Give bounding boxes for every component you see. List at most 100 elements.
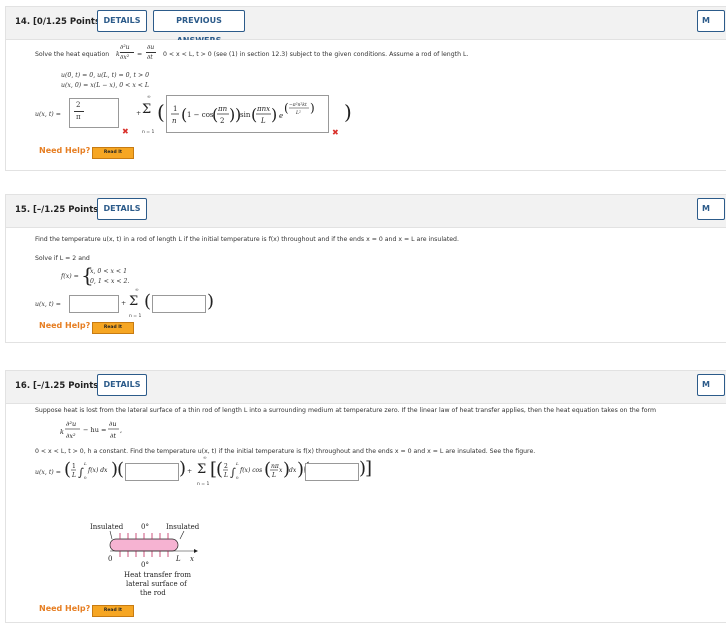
svg-text:f(x) cos: f(x) cos <box>239 467 262 474</box>
question-prompt-pre: Solve the heat equation <box>35 51 110 58</box>
u-label: u(x, t) = <box>35 111 61 118</box>
equals-sign: = <box>137 51 143 58</box>
question-16: 16. [–/1.25 Points] DETAILS M Suppose he… <box>5 370 726 623</box>
fraction-bar <box>74 111 84 112</box>
cosine-term-expression: [ ( 2 L ∫ L 0 f(x) cos ( nπ L x ) dx ) ( <box>210 459 310 480</box>
svg-text:L: L <box>271 472 276 479</box>
figure-zero-top: 0° <box>141 523 149 531</box>
sum-upper-limit: ∞ <box>203 456 207 461</box>
answer-field-series-term[interactable]: 1 n ( 1 − cos ( πn 2 ) ) sin ( πnx L) e… <box>166 95 329 133</box>
paren-close: ) <box>344 100 352 124</box>
figure-axis-zero: 0 <box>108 555 112 563</box>
svg-text:(: ( <box>64 459 71 480</box>
svg-text:f(x) dx: f(x) dx <box>87 467 108 474</box>
svg-text:πnx: πnx <box>256 105 270 113</box>
question-16-points: 16. [–/1.25 Points] <box>15 381 103 391</box>
sum-upper-limit: ∞ <box>135 288 139 293</box>
answer-numerator: 2 <box>76 101 81 109</box>
svg-text:L: L <box>71 472 76 479</box>
read-it-button[interactable]: Read It <box>92 147 134 159</box>
sigma-icon: Σ <box>142 102 152 117</box>
answer-field-coefficient[interactable]: 2 π <box>69 98 119 128</box>
svg-text:0: 0 <box>236 475 239 480</box>
heat-eq-d2u: ∂²u <box>120 44 130 51</box>
question-prompt: Suppose heat is lost from the lateral su… <box>35 407 656 414</box>
question-14: 14. [0/1.25 Points] DETAILS PREVIOUS ANS… <box>5 6 726 171</box>
figure-axis-x: x <box>190 555 194 563</box>
answer-denominator: π <box>76 113 81 121</box>
plus-sign: + <box>121 300 127 307</box>
svg-text:2: 2 <box>220 117 224 125</box>
svg-text:,: , <box>120 426 122 434</box>
question-14-body: Solve the heat equation k ∂²u ∂x² = ∂u ∂… <box>5 40 726 171</box>
rod-figure: Insulated 0° Insulated 0 L x 0° Heat tra… <box>90 523 200 597</box>
figure-caption-line3: the rod <box>140 589 166 597</box>
svg-text:(: ( <box>216 459 223 480</box>
my-notes-button[interactable]: M <box>697 198 725 220</box>
sum-upper-limit: ∞ <box>147 95 151 100</box>
sum-lower-limit: n = 1 <box>129 314 142 319</box>
svg-text:L: L <box>260 117 266 125</box>
question-16-header: 16. [–/1.25 Points] DETAILS M <box>5 370 726 404</box>
heat-equation-with-loss: k ∂²u ∂x² − hu = ∂u ∂t , <box>60 420 122 440</box>
read-it-button[interactable]: Read It <box>92 605 134 617</box>
sigma-icon: Σ <box>129 294 139 309</box>
bracket-close: ] <box>365 458 373 479</box>
fraction-bar <box>146 52 156 53</box>
details-button[interactable]: DETAILS <box>97 10 147 32</box>
svg-text:0: 0 <box>84 475 87 480</box>
svg-text:∂u: ∂u <box>109 420 117 428</box>
question-15-body: Find the temperature u(x, t) in a rod of… <box>5 228 726 343</box>
answer-field-series-term[interactable] <box>152 295 206 313</box>
question-16-body: Suppose heat is lost from the lateral su… <box>5 404 726 623</box>
conditions-text: 0 < x < L, t > 0, h a constant. Find the… <box>35 448 536 455</box>
my-notes-button[interactable]: M <box>697 10 725 32</box>
need-help-label: Need Help? <box>39 146 91 155</box>
f-of-x-label: f(x) = <box>61 273 79 280</box>
question-15-points: 15. [–/1.25 Points] <box>15 205 103 215</box>
svg-text:(: ( <box>264 459 271 480</box>
my-notes-button[interactable]: M <box>697 374 725 396</box>
paren-open: ( <box>144 291 152 312</box>
u-label: u(x, t) = <box>35 469 61 476</box>
svg-text:∂²u: ∂²u <box>66 420 76 428</box>
question-14-header: 14. [0/1.25 Points] DETAILS PREVIOUS ANS… <box>5 6 726 45</box>
figure-axis-L: L <box>175 555 181 563</box>
svg-text:n: n <box>172 117 177 125</box>
sigma-icon: Σ <box>197 462 207 477</box>
need-help-label: Need Help? <box>39 321 91 330</box>
read-it-button[interactable]: Read It <box>92 322 134 334</box>
mean-term-expression: ( 1 L ∫ L 0 f(x) dx ) ( <box>64 459 124 480</box>
svg-text:πn: πn <box>217 105 228 113</box>
plus-sign: + <box>187 468 193 475</box>
solve-if-text: Solve if L = 2 and <box>35 255 90 262</box>
details-button[interactable]: DETAILS <box>97 198 147 220</box>
sum-lower-limit: n = 1 <box>142 130 155 135</box>
series-term-expression: 1 n ( 1 − cos ( πn 2 ) ) sin ( πnx L) e… <box>171 101 315 125</box>
previous-answers-button[interactable]: PREVIOUS ANSWERS <box>153 10 245 45</box>
question-prompt-post: 0 < x < L, t > 0 (see (1) in section 12.… <box>163 51 469 58</box>
svg-text:L: L <box>223 472 228 479</box>
question-14-points: 14. [0/1.25 Points] <box>15 17 104 27</box>
svg-text:): ) <box>271 105 277 124</box>
question-15: 15. [–/1.25 Points] DETAILS M Find the t… <box>5 194 726 343</box>
answer-field-exponential[interactable] <box>125 463 179 481</box>
fraction-bar <box>120 52 134 53</box>
figure-insulated-right: Insulated <box>166 523 200 531</box>
plus-sign: + <box>136 110 142 117</box>
incorrect-x-icon: ✖ <box>122 127 129 136</box>
incorrect-x-icon: ✖ <box>332 128 339 137</box>
question-prompt: Find the temperature u(x, t) in a rod of… <box>35 236 459 243</box>
heat-eq-dx2: ∂x² <box>120 54 130 61</box>
answer-field-series-term[interactable] <box>305 463 359 481</box>
answer-field-constant[interactable] <box>69 295 119 313</box>
question-15-header: 15. [–/1.25 Points] DETAILS M <box>5 194 726 228</box>
details-button[interactable]: DETAILS <box>97 374 147 396</box>
svg-text:1 − cos: 1 − cos <box>187 111 214 119</box>
svg-text:k: k <box>60 428 64 436</box>
svg-text:(: ( <box>284 101 289 115</box>
boundary-conditions: u(0, t) = 0, u(L, t) = 0, t > 0 <box>61 72 150 79</box>
svg-text:): ) <box>310 101 315 115</box>
figure-caption-line1: Heat transfer from <box>124 571 191 579</box>
svg-text:L: L <box>235 461 239 466</box>
